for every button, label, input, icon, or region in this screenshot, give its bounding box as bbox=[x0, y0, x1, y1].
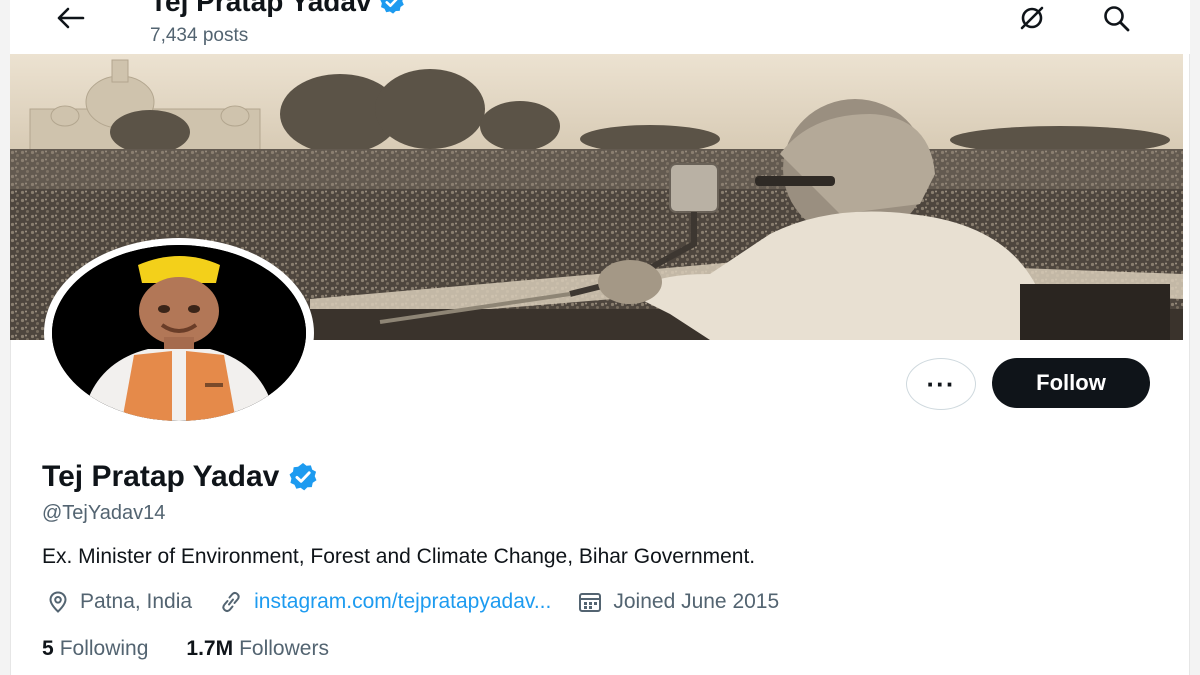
location-item: Patna, India bbox=[46, 590, 192, 614]
search-button[interactable] bbox=[1098, 2, 1134, 34]
profile-name-text: Tej Pratap Yadav bbox=[42, 460, 280, 493]
posts-count: 7,434 posts bbox=[150, 25, 249, 46]
back-arrow-icon bbox=[57, 7, 85, 29]
profile-handle: @TejYadav14 bbox=[42, 502, 166, 524]
profile-header: Tej Pratap Yadav 7,434 posts bbox=[10, 0, 1190, 54]
website-item[interactable]: instagram.com/tejpratapyadav... bbox=[218, 590, 551, 614]
back-button[interactable] bbox=[50, 2, 90, 34]
verified-badge-icon bbox=[289, 463, 317, 491]
search-off-icon bbox=[1020, 6, 1044, 30]
followers-label: Followers bbox=[239, 637, 329, 660]
followers-count: 1.7M bbox=[186, 637, 234, 660]
verified-badge-icon bbox=[379, 0, 404, 14]
profile-meta: Patna, India instagram.com/tejpratapyada… bbox=[46, 590, 805, 614]
location-pin-icon bbox=[49, 591, 67, 613]
avatar-photo bbox=[52, 245, 306, 421]
following-count: 5 bbox=[42, 637, 54, 660]
follow-button[interactable]: Follow bbox=[992, 358, 1150, 408]
location-text: Patna, India bbox=[80, 590, 193, 613]
calendar-icon bbox=[579, 593, 602, 612]
joined-text: Joined June 2015 bbox=[613, 590, 780, 613]
header-title-text: Tej Pratap Yadav bbox=[150, 0, 372, 17]
following-label: Following bbox=[59, 637, 149, 660]
profile-name: Tej Pratap Yadav bbox=[42, 460, 319, 494]
profile-bio: Ex. Minister of Environment, Forest and … bbox=[42, 545, 756, 568]
link-icon bbox=[222, 591, 240, 613]
profile-avatar[interactable] bbox=[44, 238, 314, 428]
more-options-button[interactable]: ··· bbox=[906, 358, 976, 410]
search-off-button[interactable] bbox=[1014, 2, 1050, 34]
joined-item: Joined June 2015 bbox=[577, 590, 779, 614]
profile-stats: 5 Following 1.7M Followers bbox=[42, 637, 367, 661]
frame-right bbox=[1189, 0, 1200, 675]
more-options-icon: ··· bbox=[926, 368, 956, 399]
header-title: Tej Pratap Yadav bbox=[150, 0, 406, 18]
followers-link[interactable]: 1.7M Followers bbox=[186, 637, 329, 661]
website-link[interactable]: instagram.com/tejpratapyadav... bbox=[254, 590, 551, 614]
following-link[interactable]: 5 Following bbox=[42, 637, 148, 661]
search-icon bbox=[1104, 6, 1130, 32]
